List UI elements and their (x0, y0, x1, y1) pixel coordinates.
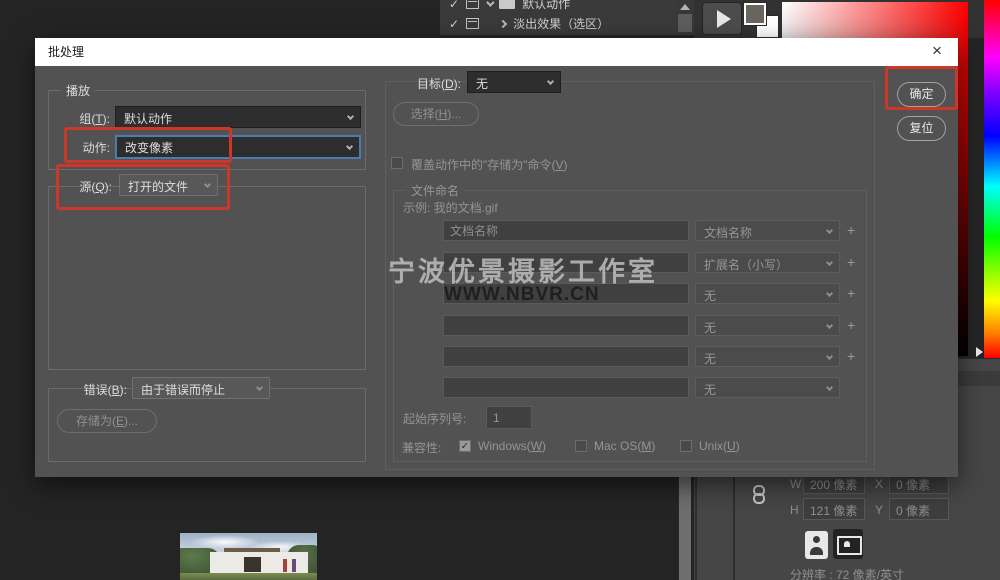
annotation-box-source (56, 164, 230, 210)
windows-checkbox: ✓ (459, 440, 471, 452)
scrollbar-thumb[interactable] (678, 14, 692, 32)
resolution-text: 分辨率 : 72 像素/英寸 (790, 566, 904, 580)
action-row-default-actions[interactable]: ✓ 默认动作 (440, 0, 676, 13)
chevron-down-icon (347, 113, 354, 120)
reset-button[interactable]: 复位 (897, 116, 946, 141)
plus-icon: + (847, 317, 855, 333)
chevron-down-icon (826, 227, 833, 234)
destination-dropdown[interactable]: 无 (467, 71, 561, 93)
chevron-down-icon (826, 322, 833, 329)
macos-checkbox (575, 440, 587, 452)
override-saveas-label: 覆盖动作中的"存储为"命令(V) (411, 156, 568, 173)
plus-icon: + (847, 285, 855, 301)
check-icon: ✓ (449, 17, 459, 31)
errors-dropdown[interactable]: 由于错误而停止 (132, 377, 270, 399)
y-label: Y (875, 503, 883, 517)
scroll-up-icon[interactable] (680, 4, 690, 10)
actions-scrollbar[interactable] (676, 0, 694, 35)
hue-slider-arrow-icon[interactable] (976, 347, 983, 357)
naming-select-1: 文档名称 (695, 220, 840, 241)
portrait-orientation-icon[interactable] (805, 531, 828, 559)
plus-icon: + (847, 348, 855, 364)
naming-select-5: 无 (695, 346, 840, 367)
dialog-titlebar[interactable]: 批处理 × (35, 38, 958, 66)
x-label: X (875, 477, 883, 491)
annotation-box-action (64, 127, 232, 163)
annotation-box-ok (885, 66, 958, 110)
chevron-down-icon (826, 290, 833, 297)
check-icon: ✓ (449, 0, 459, 11)
choose-button: 选择(H)... (393, 102, 479, 126)
macos-label: Mac OS(M) (594, 439, 655, 453)
naming-select-4: 无 (695, 315, 840, 336)
chevron-down-icon[interactable] (486, 0, 494, 6)
naming-input-5 (443, 346, 689, 367)
width-label: W (790, 477, 801, 491)
folder-icon (499, 0, 515, 9)
photoshop-batch-screenshot: ✓ 默认动作 ✓ 淡出效果（选区） W 200 像素 X 0 像素 H (0, 0, 1000, 580)
landscape-orientation-icon[interactable] (833, 529, 863, 559)
chevron-down-icon (256, 384, 263, 391)
override-saveas-checkbox (391, 157, 403, 169)
plus-icon: + (847, 222, 855, 238)
document-thumbnail-image (180, 533, 317, 580)
play-icon (717, 10, 731, 28)
naming-input-6 (443, 377, 689, 398)
naming-select-2: 扩展名（小写） (695, 252, 840, 273)
dialog-toggle-icon[interactable] (466, 18, 479, 29)
naming-select-6: 无 (695, 377, 840, 398)
check-icon: ✓ (461, 441, 469, 452)
play-group-legend: 播放 (61, 82, 95, 99)
foreground-color-swatch[interactable] (744, 3, 766, 25)
actions-panel: ✓ 默认动作 ✓ 淡出效果（选区） (440, 0, 676, 35)
panel-divider (733, 477, 735, 580)
action-set-label: 默认动作 (522, 0, 570, 12)
dialog-toggle-icon[interactable] (466, 0, 479, 9)
dialog-title: 批处理 (48, 38, 84, 66)
naming-select-3: 无 (695, 283, 840, 304)
action-set-dropdown[interactable]: 默认动作 (115, 106, 361, 128)
chevron-down-icon (346, 143, 353, 150)
action-row-fade-effect[interactable]: ✓ 淡出效果（选区） (440, 14, 676, 33)
link-dimensions-icon[interactable] (753, 485, 765, 504)
play-button[interactable] (702, 2, 742, 35)
source-group (48, 186, 366, 370)
serial-number-input (486, 406, 532, 429)
panel-divider (695, 477, 697, 580)
chevron-down-icon (547, 78, 554, 85)
destination-label: 目标(D): (393, 75, 461, 92)
serial-number-label: 起始序列号: (403, 410, 466, 427)
height-field: 121 像素 (803, 498, 865, 520)
file-naming-legend: 文件命名 (406, 182, 464, 199)
save-as-button: 存储为(E)... (57, 409, 157, 433)
unix-label: Unix(U) (699, 439, 740, 453)
compatibility-label: 兼容性: (402, 439, 441, 456)
windows-label: Windows(W) (478, 439, 546, 453)
errors-label: 错误(B): (55, 381, 127, 398)
naming-input-4 (443, 315, 689, 336)
unix-checkbox (680, 440, 692, 452)
chevron-down-icon (826, 259, 833, 266)
height-label: H (790, 503, 799, 517)
chevron-down-icon (826, 384, 833, 391)
hue-slider-bar[interactable] (984, 0, 1000, 358)
naming-example: 示例: 我的文档.gif (403, 199, 498, 216)
plus-icon: + (847, 254, 855, 270)
chevron-right-icon[interactable] (499, 19, 507, 27)
close-icon[interactable]: × (924, 38, 950, 66)
watermark-url-text: WWW.NBVR.CN (444, 284, 600, 306)
document-scrollbar[interactable] (678, 477, 691, 580)
set-label: 组(T): (63, 110, 110, 127)
naming-input-1 (443, 220, 689, 241)
y-field: 0 像素 (889, 498, 949, 520)
chevron-down-icon (826, 353, 833, 360)
action-item-label: 淡出效果（选区） (513, 15, 609, 32)
